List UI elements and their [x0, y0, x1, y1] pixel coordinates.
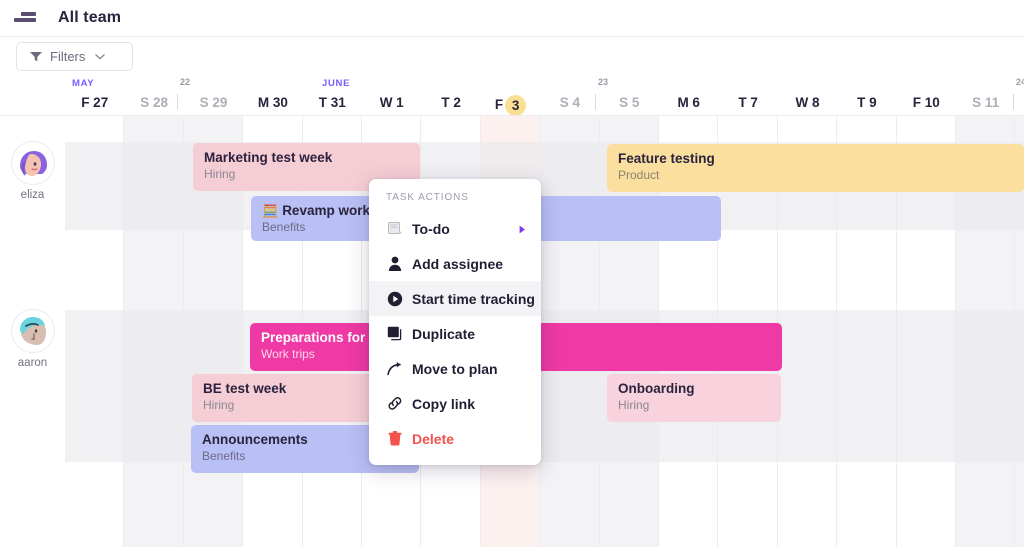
person-row-aaron[interactable]: aaron: [0, 310, 65, 369]
day-header-cell[interactable]: M 30: [243, 95, 302, 115]
task-title: Preparations for: [261, 330, 366, 345]
day-header-label: F: [494, 97, 504, 113]
week-number: 24: [1016, 77, 1024, 87]
day-header-cell[interactable]: S 11: [956, 95, 1015, 115]
task-title: Feature testing: [618, 151, 715, 166]
top-bar: All team: [0, 0, 1024, 37]
today-indicator: 3: [505, 95, 527, 115]
context-menu-item[interactable]: Copy link: [369, 386, 541, 421]
day-header-cell[interactable]: F 10: [897, 95, 956, 115]
day-header-cell[interactable]: M 6: [659, 95, 718, 115]
context-menu-heading: TASK ACTIONS: [386, 192, 469, 203]
day-header-cell[interactable]: S 29: [184, 95, 243, 115]
context-menu-item[interactable]: To-do: [369, 211, 541, 246]
page-title: All team: [58, 9, 122, 26]
day-header-cell[interactable]: F3: [481, 95, 540, 115]
play-icon: [386, 290, 403, 307]
day-header-cell[interactable]: S 12: [1015, 95, 1024, 115]
day-header-cell[interactable]: W 8: [778, 95, 837, 115]
context-menu-item-label: Start time tracking: [412, 290, 535, 307]
day-header-cell[interactable]: T 31: [303, 95, 362, 115]
task-subtitle: Hiring: [618, 398, 650, 412]
day-header-cell[interactable]: T 2: [421, 95, 480, 115]
context-menu-item-label: Copy link: [412, 395, 476, 412]
day-header-cell[interactable]: T 9: [837, 95, 896, 115]
person-icon: [386, 255, 403, 272]
task-title: Announcements: [202, 432, 308, 447]
task-context-menu[interactable]: TASK ACTIONS To-do Add assignee Start time…: [369, 179, 541, 465]
context-menu-item-label: Delete: [412, 430, 455, 447]
chevron-down-icon: [95, 53, 106, 60]
funnel-icon: [30, 51, 42, 62]
avatar: [11, 142, 54, 184]
week-number: 22: [180, 77, 191, 87]
abacus-icon: 🧮: [262, 203, 279, 218]
context-menu-item-label: Duplicate: [412, 325, 476, 342]
menu-lines-icon[interactable]: [14, 10, 36, 26]
trash-icon: [386, 430, 403, 447]
context-menu-item[interactable]: Move to plan: [369, 351, 541, 386]
avatar: [11, 310, 54, 352]
day-header-cell[interactable]: W 1: [362, 95, 421, 115]
context-menu-item-label: To-do: [412, 220, 450, 237]
task-bar[interactable]: Onboarding Hiring: [607, 374, 781, 422]
day-header-cell[interactable]: F 27: [65, 95, 124, 115]
copy-icon: [386, 325, 403, 342]
context-menu-item[interactable]: Delete: [369, 421, 541, 456]
filter-bar: Filters: [0, 37, 1024, 71]
date-header: MAYJUNE 222324 F 27S 28S 29M 30T 31W 1T …: [0, 71, 1024, 116]
gantt-app: All team Filters MAY JUNE 22 23 24 F 27S 28…: [0, 0, 1024, 547]
month-label: MAY: [72, 78, 95, 89]
filters-label: Filters: [50, 49, 86, 64]
context-menu-item[interactable]: Add assignee: [369, 246, 541, 281]
person-row-eliza[interactable]: eliza: [0, 142, 65, 201]
filters-button[interactable]: Filters: [16, 42, 133, 71]
task-title: Onboarding: [618, 381, 695, 396]
task-subtitle: Product: [618, 168, 660, 182]
task-title: Marketing test week: [204, 150, 333, 165]
person-name: aaron: [17, 357, 48, 369]
people-sidebar: eliza aaron: [0, 116, 65, 547]
task-bar[interactable]: Feature testing Product: [607, 144, 1024, 192]
arrow-right-icon: [386, 360, 403, 377]
day-header-cell[interactable]: S 4: [540, 95, 599, 115]
day-header-cell[interactable]: S 5: [600, 95, 659, 115]
context-menu-item[interactable]: Start time tracking: [369, 281, 541, 316]
submenu-arrow-icon: [519, 221, 526, 237]
task-title: Revamp work: [282, 203, 370, 218]
context-menu-item-label: Add assignee: [412, 255, 504, 272]
link-icon: [386, 395, 403, 412]
context-menu-item[interactable]: Duplicate: [369, 316, 541, 351]
note-icon: [386, 220, 403, 237]
week-number: 23: [598, 77, 609, 87]
person-name: eliza: [20, 189, 45, 201]
task-title: BE test week: [203, 381, 287, 396]
month-label: JUNE: [322, 78, 351, 89]
day-header-cell[interactable]: T 7: [718, 95, 777, 115]
context-menu-item-label: Move to plan: [412, 360, 498, 377]
day-header-cell[interactable]: S 28: [124, 95, 183, 115]
